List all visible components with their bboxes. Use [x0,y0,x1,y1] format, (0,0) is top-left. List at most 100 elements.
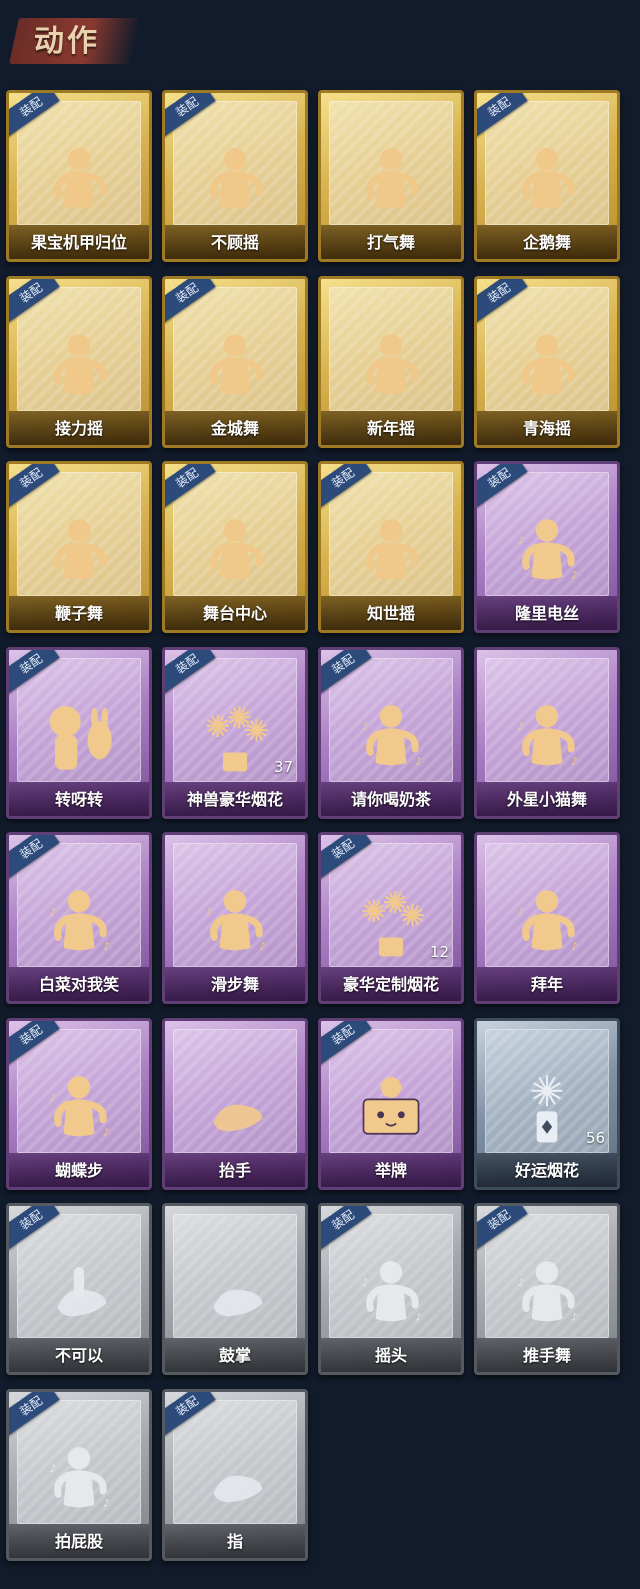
svg-text:♪: ♪ [362,535,369,547]
svg-text:♪: ♪ [50,1463,57,1475]
dancer-icon: ♪ ♪ [348,1252,434,1338]
card-label: 接力摇 [54,419,103,438]
item-count: 37 [273,758,293,776]
emote-card[interactable]: ♪ ♪ 新年摇 [318,276,464,448]
dancer-icon: ♪ ♪ [36,139,122,225]
dancer-icon: ♪ ♪ [348,510,434,596]
sign-icon [348,1067,434,1153]
hand-icon [192,1067,278,1153]
emote-card[interactable]: 转呀转 装配 [6,647,152,819]
dancer-icon: ♪ ♪ [192,881,278,967]
card-label: 拜年 [530,975,563,994]
svg-text:♪: ♪ [50,1092,57,1104]
dancer-icon: ♪ ♪ [36,1067,122,1153]
svg-text:♪: ♪ [362,1277,369,1289]
svg-text:♪: ♪ [103,569,110,581]
finger-icon [36,1252,122,1338]
svg-text:♪: ♪ [571,940,578,952]
svg-text:♪: ♪ [362,721,369,733]
card-label: 摇头 [374,1346,407,1365]
svg-text:♪: ♪ [518,1277,525,1289]
svg-text:♪: ♪ [571,384,578,396]
emote-card[interactable]: ♪ ♪ 推手舞 装配 [474,1203,620,1375]
emote-card[interactable]: ♪ ♪ 不顾摇 装配 [162,90,308,262]
emote-card[interactable]: 指装配 [162,1389,308,1561]
card-label: 舞台中心 [202,604,267,623]
card-label: 隆里电丝 [514,604,579,623]
svg-text:♪: ♪ [103,1497,110,1509]
emote-card[interactable]: ♪ ♪ 滑步舞 [162,832,308,1004]
card-label: 不可以 [54,1346,103,1365]
dancer-icon: ♪ ♪ [36,325,122,411]
emote-card[interactable]: ♪ ♪ 拍屁股 装配 [6,1389,152,1561]
dancer-icon: ♪ ♪ [36,881,122,967]
svg-text:♪: ♪ [259,384,266,396]
svg-text:♪: ♪ [415,384,422,396]
emote-card[interactable]: ♪ ♪ 青海摇 装配 [474,276,620,448]
emote-card[interactable]: 抬手 [162,1018,308,1190]
hand-icon [192,1438,278,1524]
card-label: 指 [226,1532,243,1551]
card-label: 蝴蝶步 [54,1161,103,1180]
svg-text:♪: ♪ [103,940,110,952]
emote-card[interactable]: 举牌 装配 [318,1018,464,1190]
card-label: 打气舞 [366,233,415,252]
dancer-icon: ♪ ♪ [348,139,434,225]
svg-text:♪: ♪ [259,198,266,210]
emote-card[interactable]: ♪ ♪ 白菜对我笑 装配 [6,832,152,1004]
emote-card[interactable]: 37 神兽豪华烟花 装配 [162,647,308,819]
dancer-icon: ♪ ♪ [348,696,434,782]
fireworks-icon [348,881,434,967]
card-label: 请你喝奶茶 [350,790,431,809]
card-label: 金城舞 [210,419,259,438]
emote-card[interactable]: 56 好运烟花 [474,1018,620,1190]
svg-text:♪: ♪ [362,164,369,176]
emote-card[interactable]: 鼓掌 [162,1203,308,1375]
card-label: 举牌 [374,1161,407,1180]
emote-card[interactable]: ♪ ♪ 金城舞 装配 [162,276,308,448]
svg-text:♪: ♪ [518,721,525,733]
svg-text:♪: ♪ [103,384,110,396]
card-label: 外星小猫舞 [506,790,587,809]
emote-card[interactable]: ♪ ♪ 摇头 装配 [318,1203,464,1375]
card-label: 白菜对我笑 [38,975,119,994]
svg-text:♪: ♪ [50,906,57,918]
emote-card[interactable]: ♪ ♪ 请你喝奶茶 装配 [318,647,464,819]
card-label: 推手舞 [522,1346,571,1365]
item-count: 56 [585,1129,605,1147]
svg-text:♪: ♪ [50,164,57,176]
item-count: 12 [429,943,449,961]
dancer-icon: ♪ ♪ [504,325,590,411]
svg-text:♪: ♪ [206,906,213,918]
dancer-icon: ♪ ♪ [504,1252,590,1338]
dancer-icon: ♪ ♪ [504,510,590,596]
svg-text:♪: ♪ [50,535,57,547]
emote-card[interactable]: ♪ ♪ 舞台中心 装配 [162,461,308,633]
card-label: 不顾摇 [210,233,259,252]
emote-card[interactable]: 不可以 装配 [6,1203,152,1375]
emote-card[interactable]: ♪ ♪ 隆里电丝 装配 [474,461,620,633]
svg-text:♪: ♪ [206,350,213,362]
emote-card[interactable]: ♪ ♪ 蝴蝶步 装配 [6,1018,152,1190]
emote-card[interactable]: ♪ ♪ 知世摇 装配 [318,461,464,633]
emote-card[interactable]: ♪ ♪ 果宝机甲归位 装配 [6,90,152,262]
character-icon [36,696,122,782]
svg-text:♪: ♪ [415,1311,422,1323]
svg-text:♪: ♪ [518,535,525,547]
svg-text:♪: ♪ [571,569,578,581]
emote-card[interactable]: ♪ ♪ 鞭子舞 装配 [6,461,152,633]
emote-card[interactable]: 12 豪华定制烟花 装配 [318,832,464,1004]
emote-card[interactable]: ♪ ♪ 接力摇 装配 [6,276,152,448]
svg-text:♪: ♪ [571,198,578,210]
emote-card[interactable]: ♪ ♪ 企鹅舞 装配 [474,90,620,262]
svg-text:♪: ♪ [518,350,525,362]
dancer-icon: ♪ ♪ [504,139,590,225]
emote-card[interactable]: ♪ ♪ 打气舞 [318,90,464,262]
svg-text:♪: ♪ [206,164,213,176]
emote-card[interactable]: ♪ ♪ 外星小猫舞 [474,647,620,819]
dancer-icon: ♪ ♪ [36,510,122,596]
dancer-icon: ♪ ♪ [348,325,434,411]
card-label: 新年摇 [366,419,415,438]
svg-text:♪: ♪ [571,1311,578,1323]
emote-card[interactable]: ♪ ♪ 拜年 [474,832,620,1004]
